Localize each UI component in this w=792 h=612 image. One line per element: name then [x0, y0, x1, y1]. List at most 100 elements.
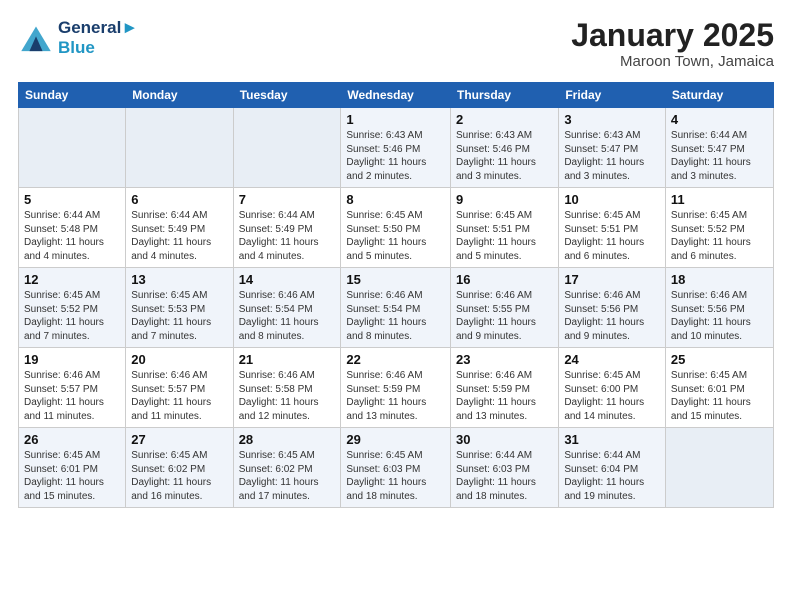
calendar-week-row: 5 Sunrise: 6:44 AM Sunset: 5:48 PM Daylig… — [19, 188, 774, 268]
day-number: 27 — [131, 432, 227, 447]
calendar-cell: 25Sunrise: 6:45 AM Sunset: 6:01 PM Dayli… — [665, 348, 773, 428]
calendar-cell: 5 Sunrise: 6:44 AM Sunset: 5:48 PM Daylig… — [19, 188, 126, 268]
calendar-cell: 3 Sunrise: 6:43 AM Sunset: 5:47 PM Daylig… — [559, 108, 666, 188]
day-info: Sunrise: 6:45 AM Sunset: 6:03 PM Dayligh… — [346, 449, 445, 503]
calendar-table: SundayMondayTuesdayWednesdayThursdayFrid… — [18, 82, 774, 508]
day-number: 21 — [239, 352, 336, 367]
logo-icon — [18, 20, 54, 56]
day-number: 24 — [564, 352, 660, 367]
calendar-cell: 16 Sunrise: 6:46 AM Sunset: 5:55 PM Dayli… — [450, 268, 558, 348]
calendar-cell: 29 Sunrise: 6:45 AM Sunset: 6:03 PM Dayli… — [341, 428, 451, 508]
day-number: 16 — [456, 272, 553, 287]
day-number: 7 — [239, 192, 336, 207]
calendar-cell: 28 Sunrise: 6:45 AM Sunset: 6:02 PM Dayli… — [233, 428, 341, 508]
logo-text: General► Blue — [58, 18, 138, 57]
day-info: Sunrise: 6:45 AM Sunset: 5:51 PM Dayligh… — [564, 209, 660, 263]
weekday-header-saturday: Saturday — [665, 83, 773, 108]
day-info: Sunrise: 6:46 AM Sunset: 5:55 PM Dayligh… — [456, 289, 553, 343]
day-info: Sunrise: 6:45 AM Sunset: 6:02 PM Dayligh… — [131, 449, 227, 503]
calendar-cell: 8 Sunrise: 6:45 AM Sunset: 5:50 PM Daylig… — [341, 188, 451, 268]
calendar-cell: 9Sunrise: 6:45 AM Sunset: 5:51 PM Daylig… — [450, 188, 558, 268]
calendar-cell: 21 Sunrise: 6:46 AM Sunset: 5:58 PM Dayli… — [233, 348, 341, 428]
calendar-cell: 26Sunrise: 6:45 AM Sunset: 6:01 PM Dayli… — [19, 428, 126, 508]
calendar-cell: 17Sunrise: 6:46 AM Sunset: 5:56 PM Dayli… — [559, 268, 666, 348]
day-info: Sunrise: 6:46 AM Sunset: 5:57 PM Dayligh… — [131, 369, 227, 423]
calendar-header-row: SundayMondayTuesdayWednesdayThursdayFrid… — [19, 83, 774, 108]
day-number: 1 — [346, 112, 445, 127]
day-info: Sunrise: 6:46 AM Sunset: 5:59 PM Dayligh… — [346, 369, 445, 423]
calendar-cell: 4Sunrise: 6:44 AM Sunset: 5:47 PM Daylig… — [665, 108, 773, 188]
day-number: 11 — [671, 192, 768, 207]
calendar-cell: 10 Sunrise: 6:45 AM Sunset: 5:51 PM Dayli… — [559, 188, 666, 268]
calendar-cell: 30Sunrise: 6:44 AM Sunset: 6:03 PM Dayli… — [450, 428, 558, 508]
calendar-cell: 15Sunrise: 6:46 AM Sunset: 5:54 PM Dayli… — [341, 268, 451, 348]
day-info: Sunrise: 6:45 AM Sunset: 5:52 PM Dayligh… — [24, 289, 120, 343]
day-number: 10 — [564, 192, 660, 207]
day-number: 29 — [346, 432, 445, 447]
day-info: Sunrise: 6:44 AM Sunset: 5:49 PM Dayligh… — [131, 209, 227, 263]
calendar-cell: 13 Sunrise: 6:45 AM Sunset: 5:53 PM Dayli… — [126, 268, 233, 348]
calendar-cell: 19Sunrise: 6:46 AM Sunset: 5:57 PM Dayli… — [19, 348, 126, 428]
location: Maroon Town, Jamaica — [571, 53, 774, 70]
day-number: 3 — [564, 112, 660, 127]
day-info: Sunrise: 6:45 AM Sunset: 5:53 PM Dayligh… — [131, 289, 227, 343]
calendar-cell: 2Sunrise: 6:43 AM Sunset: 5:46 PM Daylig… — [450, 108, 558, 188]
calendar-cell: 12 Sunrise: 6:45 AM Sunset: 5:52 PM Dayli… — [19, 268, 126, 348]
day-info: Sunrise: 6:44 AM Sunset: 5:47 PM Dayligh… — [671, 129, 768, 183]
day-info: Sunrise: 6:45 AM Sunset: 6:01 PM Dayligh… — [24, 449, 120, 503]
weekday-header-friday: Friday — [559, 83, 666, 108]
calendar-cell: 6 Sunrise: 6:44 AM Sunset: 5:49 PM Daylig… — [126, 188, 233, 268]
calendar-cell — [126, 108, 233, 188]
title-area: January 2025 Maroon Town, Jamaica — [571, 18, 774, 70]
day-info: Sunrise: 6:44 AM Sunset: 5:49 PM Dayligh… — [239, 209, 336, 263]
day-number: 31 — [564, 432, 660, 447]
calendar-week-row: 26Sunrise: 6:45 AM Sunset: 6:01 PM Dayli… — [19, 428, 774, 508]
day-info: Sunrise: 6:46 AM Sunset: 5:56 PM Dayligh… — [564, 289, 660, 343]
day-info: Sunrise: 6:45 AM Sunset: 5:52 PM Dayligh… — [671, 209, 768, 263]
day-info: Sunrise: 6:45 AM Sunset: 6:02 PM Dayligh… — [239, 449, 336, 503]
day-number: 5 — [24, 192, 120, 207]
day-info: Sunrise: 6:46 AM Sunset: 5:56 PM Dayligh… — [671, 289, 768, 343]
day-info: Sunrise: 6:46 AM Sunset: 5:58 PM Dayligh… — [239, 369, 336, 423]
day-number: 25 — [671, 352, 768, 367]
day-number: 20 — [131, 352, 227, 367]
day-info: Sunrise: 6:45 AM Sunset: 6:00 PM Dayligh… — [564, 369, 660, 423]
day-number: 9 — [456, 192, 553, 207]
calendar-cell: 20 Sunrise: 6:46 AM Sunset: 5:57 PM Dayli… — [126, 348, 233, 428]
weekday-header-tuesday: Tuesday — [233, 83, 341, 108]
day-number: 28 — [239, 432, 336, 447]
calendar-cell: 24 Sunrise: 6:45 AM Sunset: 6:00 PM Dayli… — [559, 348, 666, 428]
weekday-header-sunday: Sunday — [19, 83, 126, 108]
day-number: 30 — [456, 432, 553, 447]
day-info: Sunrise: 6:44 AM Sunset: 5:48 PM Dayligh… — [24, 209, 120, 263]
calendar-cell — [233, 108, 341, 188]
weekday-header-wednesday: Wednesday — [341, 83, 451, 108]
weekday-header-monday: Monday — [126, 83, 233, 108]
day-info: Sunrise: 6:43 AM Sunset: 5:46 PM Dayligh… — [346, 129, 445, 183]
weekday-header-thursday: Thursday — [450, 83, 558, 108]
day-info: Sunrise: 6:45 AM Sunset: 5:50 PM Dayligh… — [346, 209, 445, 263]
day-number: 12 — [24, 272, 120, 287]
calendar-cell: 11 Sunrise: 6:45 AM Sunset: 5:52 PM Dayli… — [665, 188, 773, 268]
day-number: 15 — [346, 272, 445, 287]
header: General► Blue January 2025 Maroon Town, … — [18, 18, 774, 70]
day-number: 14 — [239, 272, 336, 287]
calendar-cell: 31 Sunrise: 6:44 AM Sunset: 6:04 PM Dayli… — [559, 428, 666, 508]
day-info: Sunrise: 6:46 AM Sunset: 5:59 PM Dayligh… — [456, 369, 553, 423]
calendar-cell: 22Sunrise: 6:46 AM Sunset: 5:59 PM Dayli… — [341, 348, 451, 428]
calendar-cell: 7 Sunrise: 6:44 AM Sunset: 5:49 PM Daylig… — [233, 188, 341, 268]
calendar-cell — [665, 428, 773, 508]
day-number: 13 — [131, 272, 227, 287]
calendar-cell: 27 Sunrise: 6:45 AM Sunset: 6:02 PM Dayli… — [126, 428, 233, 508]
day-number: 19 — [24, 352, 120, 367]
day-info: Sunrise: 6:46 AM Sunset: 5:54 PM Dayligh… — [239, 289, 336, 343]
page: General► Blue January 2025 Maroon Town, … — [0, 0, 792, 612]
day-number: 2 — [456, 112, 553, 127]
day-info: Sunrise: 6:44 AM Sunset: 6:04 PM Dayligh… — [564, 449, 660, 503]
day-number: 8 — [346, 192, 445, 207]
month-title: January 2025 — [571, 18, 774, 53]
calendar-cell: 18Sunrise: 6:46 AM Sunset: 5:56 PM Dayli… — [665, 268, 773, 348]
day-number: 6 — [131, 192, 227, 207]
day-info: Sunrise: 6:43 AM Sunset: 5:47 PM Dayligh… — [564, 129, 660, 183]
calendar-cell: 14 Sunrise: 6:46 AM Sunset: 5:54 PM Dayli… — [233, 268, 341, 348]
